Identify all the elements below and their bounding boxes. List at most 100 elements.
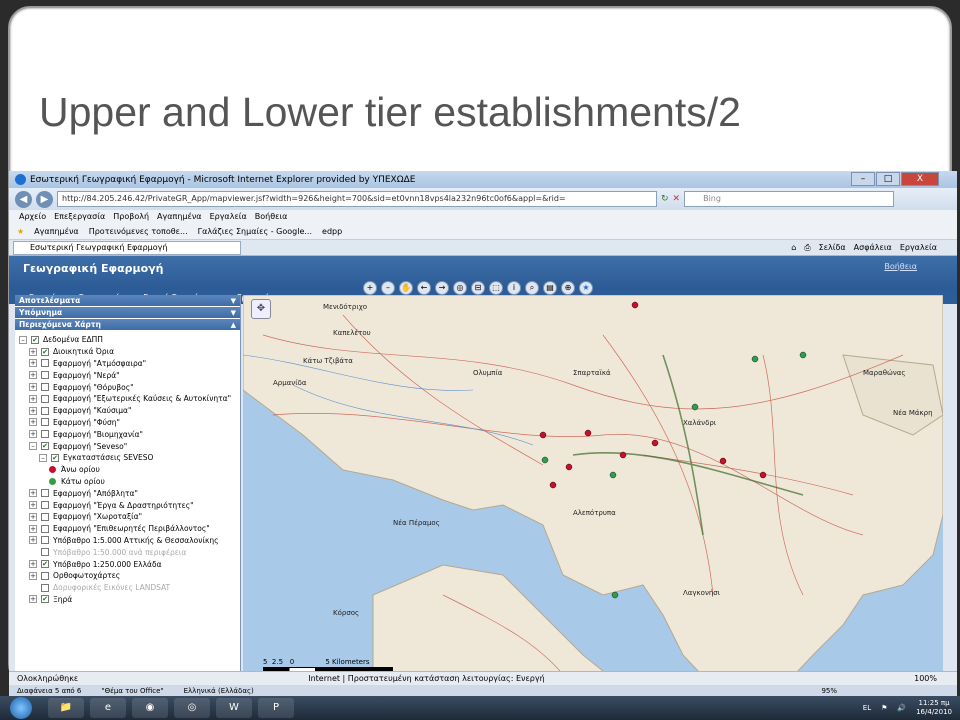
fav-link-suggested[interactable]: Προτεινόμενες τοποθε... — [89, 227, 188, 236]
favorites-button[interactable]: Αγαπημένα — [34, 227, 79, 236]
expand-icon[interactable]: + — [29, 430, 37, 439]
tree-item[interactable]: – ✔ Δεδομένα ΕΔΠΠ — [19, 334, 240, 346]
layer-checkbox[interactable] — [41, 501, 49, 510]
print-icon[interactable]: ⎙ — [804, 243, 810, 253]
refresh-icon[interactable]: ↻ — [661, 194, 669, 204]
menu-item-tools[interactable]: Εργαλεία — [210, 212, 247, 221]
layer-checkbox[interactable] — [41, 583, 49, 592]
expand-icon[interactable]: + — [29, 560, 37, 569]
tree-item[interactable]: + ✔ Υπόβαθρο 1:250.000 Ελλάδα — [19, 558, 240, 570]
tree-item[interactable]: + Εφαρμογή "Απόβλητα" — [19, 487, 240, 499]
tree-item[interactable]: + Υπόβαθρο 1:5.000 Αττικής & Θεσσαλονίκης — [19, 535, 240, 547]
close-button[interactable]: X — [901, 172, 939, 186]
fav-link-edpp[interactable]: edpp — [322, 227, 342, 236]
menu-item-favorites[interactable]: Αγαπημένα — [157, 212, 202, 221]
menu-item-view[interactable]: Προβολή — [113, 212, 149, 221]
expand-icon[interactable]: + — [29, 383, 37, 392]
layer-checkbox[interactable] — [41, 359, 49, 368]
start-button[interactable] — [10, 697, 32, 719]
tree-item[interactable]: + Εφαρμογή "Χωροταξία" — [19, 511, 240, 523]
map-view[interactable]: Μενιδότριχο Καπελέτου Κάτω Τζιβάτα Αρμαν… — [243, 295, 943, 687]
menu-item-help[interactable]: Βοήθεια — [255, 212, 288, 221]
tree-item[interactable]: Άνω ορίου — [19, 464, 240, 476]
tab-app[interactable]: Εσωτερική Γεωγραφική Εφαρμογή — [13, 240, 241, 255]
layer-checkbox[interactable] — [41, 430, 49, 439]
pan-control[interactable]: ✥ — [251, 299, 271, 319]
tree-item[interactable]: + Εφαρμογή "Φύση" — [19, 417, 240, 429]
layer-checkbox[interactable]: ✔ — [41, 442, 49, 451]
measure-icon[interactable]: ⊟ — [471, 281, 485, 295]
expand-icon[interactable]: + — [29, 489, 37, 498]
layer-checkbox[interactable] — [41, 524, 49, 533]
tree-item[interactable]: – ✔ Εγκαταστάσεις SEVESO — [19, 452, 240, 464]
panel-legend[interactable]: Υπόμνημα ▼ — [15, 307, 240, 319]
ppt-zoom[interactable]: 95% — [821, 687, 957, 695]
tools-menu[interactable]: Εργαλεία — [900, 243, 937, 253]
zoom-level[interactable]: 100% — [914, 674, 957, 683]
layer-checkbox[interactable] — [41, 406, 49, 415]
layer-checkbox[interactable] — [41, 489, 49, 498]
back-icon[interactable]: ◀ — [15, 190, 32, 208]
layer-checkbox[interactable]: ✔ — [51, 453, 59, 462]
tree-item[interactable]: + Εφαρμογή "Νερά" — [19, 369, 240, 381]
layer-checkbox[interactable]: ✔ — [31, 335, 39, 344]
forward-icon[interactable]: ▶ — [36, 190, 53, 208]
word-icon[interactable]: W — [216, 698, 252, 718]
panel-results[interactable]: Αποτελέσματα ▼ — [15, 295, 240, 307]
tree-item[interactable]: + Εφαρμογή "Εξωτερικές Καύσεις & Αυτοκίνη… — [19, 393, 240, 405]
find-icon[interactable]: ⌕ — [525, 281, 539, 295]
select-icon[interactable]: ⬚ — [489, 281, 503, 295]
back-arrow-icon[interactable]: ← — [417, 281, 431, 295]
expand-icon[interactable]: + — [29, 536, 37, 545]
expand-icon[interactable]: + — [29, 418, 37, 427]
tree-item[interactable]: Κάτω ορίου — [19, 476, 240, 488]
expand-icon[interactable]: – — [29, 442, 37, 451]
favorites-star-icon[interactable]: ★ — [17, 227, 24, 236]
expand-icon[interactable]: + — [29, 347, 37, 356]
expand-icon[interactable]: + — [29, 501, 37, 510]
full-extent-icon[interactable]: ◎ — [453, 281, 467, 295]
tree-item[interactable]: + Εφαρμογή "Ατμόσφαιρα" — [19, 358, 240, 370]
expand-icon[interactable]: + — [29, 406, 37, 415]
url-input[interactable]: http://84.205.246.42/PrivateGR_App/mapvi… — [57, 191, 657, 207]
safety-menu[interactable]: Ασφάλεια — [854, 243, 892, 253]
expand-icon[interactable]: + — [29, 394, 37, 403]
expand-icon[interactable]: + — [29, 512, 37, 521]
layer-checkbox[interactable]: ✔ — [41, 595, 49, 604]
tree-item[interactable]: + Εφαρμογή "Καύσιμα" — [19, 405, 240, 417]
clock[interactable]: 11:25 πμ 16/4/2010 — [916, 699, 952, 717]
search-input[interactable]: Bing — [684, 191, 895, 207]
pan-hand-icon[interactable]: ✋ — [399, 281, 413, 295]
layer-checkbox[interactable] — [41, 512, 49, 521]
layer-checkbox[interactable] — [41, 418, 49, 427]
expand-icon[interactable]: + — [29, 371, 37, 380]
layer-checkbox[interactable] — [41, 571, 49, 580]
layer-checkbox[interactable]: ✔ — [41, 560, 49, 569]
tree-item[interactable]: + Εφαρμογή "Θόρυβος" — [19, 381, 240, 393]
zoom-in-icon[interactable]: + — [363, 281, 377, 295]
volume-icon[interactable]: 🔊 — [897, 704, 906, 712]
expand-icon[interactable]: – — [19, 335, 27, 344]
bookmark-star-icon[interactable]: ★ — [579, 281, 593, 295]
fav-link-blue-flags[interactable]: Γαλάζιες Σημαίες - Google... — [198, 227, 312, 236]
layer-checkbox[interactable] — [41, 548, 49, 557]
panel-map-contents[interactable]: Περιεχόμενα Χάρτη ▲ — [15, 319, 240, 331]
tree-item[interactable]: + Εφαρμογή "Επιθεωρητές Περιβάλλοντος" — [19, 523, 240, 535]
expand-icon[interactable]: – — [39, 453, 47, 462]
tree-item[interactable]: + Εφαρμογή "Έργα & Δραστηριότητες" — [19, 499, 240, 511]
locate-icon[interactable]: ⊕ — [561, 281, 575, 295]
page-menu[interactable]: Σελίδα — [819, 243, 846, 253]
expand-icon[interactable]: + — [29, 524, 37, 533]
stop-icon[interactable]: ✕ — [673, 194, 681, 204]
zoom-out-icon[interactable]: – — [381, 281, 395, 295]
tree-item[interactable]: + ✔ Διοικητικά Όρια — [19, 346, 240, 358]
expand-icon[interactable]: + — [29, 595, 37, 604]
layer-checkbox[interactable]: ✔ — [41, 347, 49, 356]
tree-item[interactable]: + Ορθοφωτοχάρτες — [19, 570, 240, 582]
expand-icon[interactable]: + — [29, 571, 37, 580]
forward-arrow-icon[interactable]: → — [435, 281, 449, 295]
tree-item[interactable]: Δορυφορικές Εικόνες LANDSAT — [19, 582, 240, 594]
tree-item[interactable]: – ✔ Εφαρμογή "Seveso" — [19, 440, 240, 452]
firefox-icon[interactable]: ◉ — [132, 698, 168, 718]
identify-icon[interactable]: i — [507, 281, 521, 295]
